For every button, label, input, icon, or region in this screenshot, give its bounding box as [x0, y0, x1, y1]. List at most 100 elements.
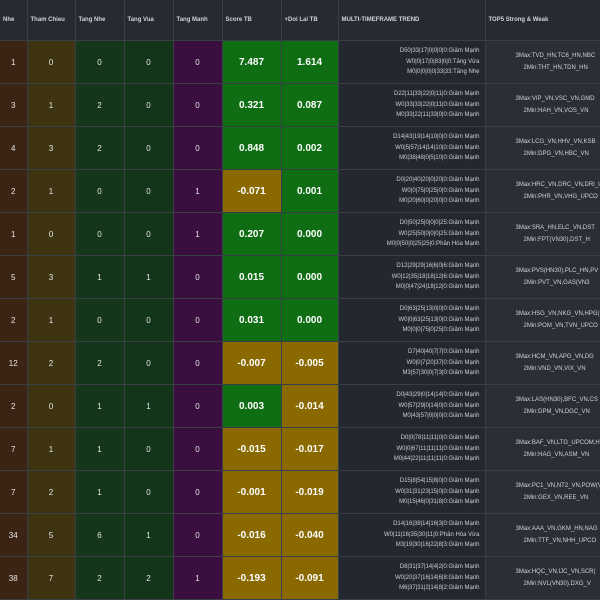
- header-multi-timeframe-trend[interactable]: MULTI-TIMEFRAME TREND: [338, 0, 486, 41]
- score-tb-value: -0.001: [222, 470, 282, 514]
- giam-nhe-count: 34: [0, 513, 28, 557]
- top5-cell: 3Max:PC1_VN,NT2_VN,POW(V 2Min:GEX_VN,REE_…: [485, 470, 600, 514]
- multi-timeframe-trend-cell: D0|50|25|0|0|0|25:Giảm Mạnh W0|25|50|0|0|…: [338, 212, 486, 256]
- header-tham-chieu[interactable]: Tham Chieu: [27, 0, 76, 41]
- doi-lai-tb-value: 0.000: [281, 298, 339, 342]
- header-tang-vua[interactable]: Tang Vua: [124, 0, 174, 41]
- tang-manh-count: 0: [173, 298, 223, 342]
- top5-min-line: 2Min:THT_HN,TDN_HN: [523, 65, 588, 71]
- doi-lai-tb-value: 0.002: [281, 126, 339, 170]
- table-row[interactable]: 7 1 1 0 0 -0.015 -0.017 D0|0|78|11|11|0|0:Giảm …: [0, 427, 600, 471]
- score-tb-value: -0.016: [222, 513, 282, 557]
- score-tb-value: -0.007: [222, 341, 282, 385]
- trend-line: D8|31|37|14|4|2|0:Giảm Mạnh: [399, 564, 480, 571]
- tang-nhe-count: 1: [75, 470, 125, 514]
- top5-cell: 3Max:VIP_VN,VSC_VN,GMD 2Min:HAH_VN,VOS_VN: [485, 83, 600, 127]
- multi-timeframe-trend-cell: D14|43|19|14|10|0|0:Giảm Mạnh W0|5|57|14|…: [338, 126, 486, 170]
- header-tang-nhe[interactable]: Tang Nhe: [75, 0, 125, 41]
- trend-line: M3|57|30|0|7|3|0:Giảm Mạnh: [402, 370, 480, 377]
- table-row[interactable]: 2 0 1 1 0 0.003 -0.014 D0|43|29|0|14|14|0:Giảm …: [0, 384, 600, 428]
- tang-manh-count: 0: [173, 83, 223, 127]
- multi-timeframe-trend-cell: D50|33|17|0|0|0|0:Giảm Mạnh W0|0|17|0|83|…: [338, 40, 486, 84]
- tang-nhe-count: 2: [75, 556, 125, 600]
- table-row[interactable]: 1 0 0 0 1 0.207 0.000 D0|50|25|0|0|0|25:Giảm Mạ…: [0, 212, 600, 256]
- table-row[interactable]: 34 5 6 1 0 -0.016 -0.040 D14|16|38|14|16|3|0:Gi…: [0, 513, 600, 557]
- giam-nhe-count: 7: [0, 470, 28, 514]
- tham-chieu-count: 1: [27, 298, 76, 342]
- tang-nhe-count: 1: [75, 427, 125, 471]
- doi-lai-tb-value: -0.091: [281, 556, 339, 600]
- top5-min-line: 2Min:HAG_VN,ASM_VN: [523, 452, 590, 458]
- multi-timeframe-trend-cell: D15|8|54|15|8|0|0:Giảm Mạnh W0|31|31|23|1…: [338, 470, 486, 514]
- trend-line: M0|0|47|24|18|12|0:Giảm Mạnh: [395, 284, 480, 291]
- tang-nhe-count: 0: [75, 212, 125, 256]
- multi-timeframe-trend-cell: D0|43|29|0|14|14|0:Giảm Mạnh W0|57|29|0|1…: [338, 384, 486, 428]
- multi-timeframe-trend-cell: D8|31|37|14|4|2|0:Giảm Mạnh W0|20|37|16|1…: [338, 556, 486, 600]
- header-top5-strong-weak[interactable]: TOP5 Strong & Weak: [485, 0, 600, 41]
- top5-min-line: 2Min:PVT_VN,GAS(VN3: [523, 280, 590, 286]
- score-tb-value: 0.015: [222, 255, 282, 299]
- giam-nhe-count: 2: [0, 384, 28, 428]
- tham-chieu-count: 5: [27, 513, 76, 557]
- table-row[interactable]: 12 2 2 0 0 -0.007 -0.005 D7|40|40|7|7|0:Giảm Mạ…: [0, 341, 600, 385]
- table-body: 1 0 0 0 0 7.487 1.614 D50|33|17|0|0|0|0:Giảm Mạ…: [0, 40, 600, 600]
- trend-line: D50|33|17|0|0|0|0:Giảm Mạnh: [399, 48, 480, 55]
- tham-chieu-count: 3: [27, 126, 76, 170]
- trend-line: W0|0|7|20|37|0:Giảm Mạnh: [406, 359, 480, 366]
- tang-vua-count: 0: [124, 83, 174, 127]
- table-row[interactable]: 5 3 1 1 0 0.015 0.000 D12|29|29|16|6|0|6:Giảm M…: [0, 255, 600, 299]
- tham-chieu-count: 7: [27, 556, 76, 600]
- tang-manh-count: 0: [173, 341, 223, 385]
- trend-line: W0|12|35|18|18|12|6:Giảm Mạnh: [391, 273, 480, 280]
- score-tb-value: -0.071: [222, 169, 282, 213]
- top5-cell: 3Max:HCM_VN,APG_VN,DG 2Min:VND_VN,VIX_VN: [485, 341, 600, 385]
- tang-vua-count: 0: [124, 427, 174, 471]
- top5-max-line: 3Max:LCG_VN,HHV_VN,KSB: [515, 139, 596, 145]
- trend-line: W0|0|67|11|11|11|0:Giảm Mạnh: [396, 445, 480, 452]
- giam-nhe-count: 5: [0, 255, 28, 299]
- tang-nhe-count: 6: [75, 513, 125, 557]
- multi-timeframe-trend-cell: D0|63|25|13|0|0|0:Giảm Mạnh W0|0|63|25|13…: [338, 298, 486, 342]
- doi-lai-tb-value: 0.001: [281, 169, 339, 213]
- table-row[interactable]: 2 1 0 0 0 0.031 0.000 D0|63|25|13|0|0|0:Giảm Mạ…: [0, 298, 600, 342]
- table-row[interactable]: 3 1 2 0 0 0.321 0.087 D22|11|33|22|0|11|0:Giảm …: [0, 83, 600, 127]
- header-tang-manh[interactable]: Tang Manh: [173, 0, 223, 41]
- multi-timeframe-trend-cell: D0|20|40|20|0|20|0:Giảm Mạnh W0|0|75|0|25…: [338, 169, 486, 213]
- top5-min-line: 2Min:HAH_VN,VOS_VN: [523, 108, 589, 114]
- trend-line: D7|40|40|7|7|0:Giảm Mạnh: [408, 349, 480, 356]
- tang-vua-count: 0: [124, 341, 174, 385]
- tang-nhe-count: 0: [75, 169, 125, 213]
- trend-line: W0|11|16|35|30|11|0:Phân Hóa Vừa: [383, 531, 480, 538]
- trend-line: M0|15|46|0|31|8|0:Giảm Mạnh: [399, 499, 480, 506]
- tang-vua-count: 2: [124, 556, 174, 600]
- tang-vua-count: 1: [124, 513, 174, 557]
- top5-cell: 3Max:BAF_VN,LTG_UPCOM,HN 2Min:HAG_VN,ASM_…: [485, 427, 600, 471]
- tham-chieu-count: 0: [27, 212, 76, 256]
- tang-vua-count: 0: [124, 126, 174, 170]
- header-score-tb[interactable]: Score TB: [222, 0, 282, 41]
- top5-cell: 3Max:PVS(HN30),PLC_HN,PV 2Min:PVT_VN,GAS(…: [485, 255, 600, 299]
- score-tb-value: 0.031: [222, 298, 282, 342]
- tang-manh-count: 0: [173, 40, 223, 84]
- tang-manh-count: 0: [173, 126, 223, 170]
- top5-cell: 3Max:HQC_VN,IJC_VN,SCR(2Min:NVL(VN30),DX…: [485, 556, 600, 600]
- doi-lai-tb-value: 0.000: [281, 212, 339, 256]
- tang-manh-count: 0: [173, 470, 223, 514]
- top5-max-line: 3Max:VIP_VN,VSC_VN,GMD: [515, 96, 595, 102]
- top5-min-line: 2Min:TTF_VN,NHH_UPCO: [523, 538, 597, 544]
- score-tb-value: 0.321: [222, 83, 282, 127]
- header-giam-nhe[interactable]: Nhe: [0, 0, 28, 41]
- top5-min-line: 2Min:FPT(VN30),DST_H: [523, 237, 590, 243]
- tang-nhe-count: 0: [75, 298, 125, 342]
- trend-line: M0|43|57|0|0|0|0:Giảm Mạnh: [402, 413, 480, 420]
- table-row[interactable]: 7 2 1 0 0 -0.001 -0.019 D15|8|54|15|8|0|0:Giảm …: [0, 470, 600, 514]
- table-row[interactable]: 4 3 2 0 0 0.848 0.002 D14|43|19|14|10|0|0:Giảm …: [0, 126, 600, 170]
- header-doi-lai-tb[interactable]: +Doi Lai TB: [281, 0, 339, 41]
- doi-lai-tb-value: -0.019: [281, 470, 339, 514]
- table-row[interactable]: 38 7 2 2 1 -0.193 -0.091 D8|31|37|14|4|2|0:Giảm…: [0, 556, 600, 600]
- tham-chieu-count: 2: [27, 470, 76, 514]
- doi-lai-tb-value: -0.017: [281, 427, 339, 471]
- top5-min-line: 2Min:NVL(VN30),DXG_V: [523, 581, 591, 587]
- table-row[interactable]: 1 0 0 0 0 7.487 1.614 D50|33|17|0|0|0|0:Giảm Mạ…: [0, 40, 600, 84]
- table-row[interactable]: 2 1 0 0 1 -0.071 0.001 D0|20|40|20|0|20|0:Giảm …: [0, 169, 600, 213]
